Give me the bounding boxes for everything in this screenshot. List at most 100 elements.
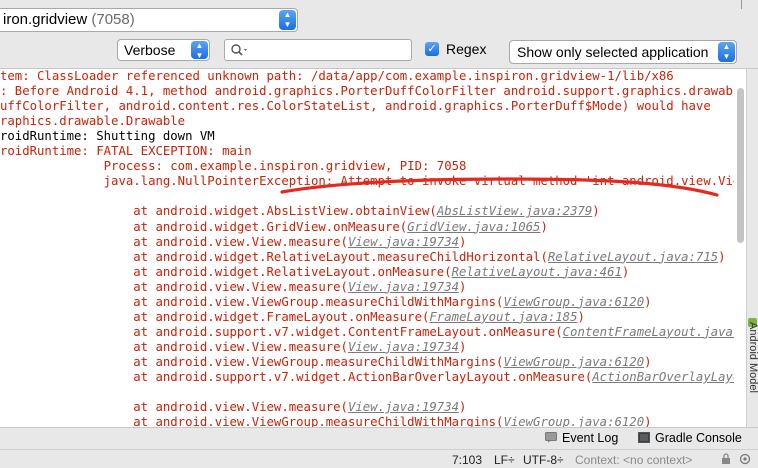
process-pid: (7058) bbox=[91, 11, 135, 28]
log-line-text: at android.view.ViewGroup.measureChildWi… bbox=[0, 354, 504, 369]
log-line-text: uffColorFilter, android.content.res.Colo… bbox=[0, 99, 711, 114]
source-link[interactable]: ActionBarOverlayLayout bbox=[592, 370, 734, 384]
side-panel-tab-android-model[interactable]: Android Model bbox=[745, 322, 758, 417]
log-line-text: at android.widget.AbsListView.obtainView… bbox=[0, 204, 437, 219]
log-line: roidRuntime: Shutting down VM bbox=[0, 129, 215, 144]
event-log-label: Event Log bbox=[562, 431, 619, 445]
log-line: at android.widget.GridView.onMeasure(Gri… bbox=[0, 220, 548, 235]
log-line: at android.widget.RelativeLayout.onMeasu… bbox=[0, 265, 629, 280]
status-bar: 7:103 LF÷ UTF-8÷ Context: <no context> bbox=[0, 449, 758, 468]
log-line-suffix: ) bbox=[592, 204, 600, 219]
log-line-text: at android.view.ViewGroup.measureChildWi… bbox=[0, 415, 504, 427]
log-line: tem: ClassLoader referenced unknown path… bbox=[0, 69, 674, 84]
log-line-suffix: ) bbox=[621, 264, 630, 279]
log-line: at android.widget.FrameLayout.onMeasure(… bbox=[0, 310, 585, 325]
event-log-tab[interactable]: Event Log bbox=[545, 431, 618, 445]
source-link[interactable]: View.java:19734 bbox=[348, 340, 459, 354]
log-line-text: at android.view.View.measure( bbox=[0, 279, 348, 294]
tool-window-bar: Event Log Gradle Console bbox=[0, 427, 758, 450]
log-level-value: Verbose bbox=[124, 42, 176, 58]
log-line: at android.view.View.measure(View.java:1… bbox=[0, 235, 466, 250]
log-line-suffix: ) bbox=[718, 249, 726, 264]
log-line-suffix: ) bbox=[459, 339, 467, 354]
chevron-updown-icon[interactable]: ▲ ▼ bbox=[718, 42, 735, 62]
line-separator[interactable]: LF÷ bbox=[494, 453, 515, 467]
search-input[interactable] bbox=[224, 39, 412, 61]
source-link[interactable]: View.java:19734 bbox=[348, 280, 459, 294]
gradle-console-icon bbox=[638, 432, 650, 443]
log-line: at android.widget.AbsListView.obtainView… bbox=[0, 204, 600, 219]
log-line-text: at android.widget.RelativeLayout.measure… bbox=[0, 249, 548, 264]
source-link[interactable]: RelativeLayout.java:715 bbox=[548, 250, 718, 264]
log-line-text: roidRuntime: Shutting down VM bbox=[0, 129, 215, 144]
log-line-text: at android.support.v7.widget.ContentFram… bbox=[0, 324, 563, 339]
log-line-suffix: ) bbox=[644, 294, 652, 309]
filter-select[interactable]: Show only selected application ▲ ▼ bbox=[509, 40, 737, 64]
log-line: at android.view.View.measure(View.java:1… bbox=[0, 340, 466, 355]
process-selector[interactable]: iron.gridview (7058) ▲ ▼ bbox=[0, 8, 298, 32]
source-link[interactable]: View.java:19734 bbox=[348, 235, 459, 249]
process-package: iron.gridview bbox=[3, 11, 88, 28]
log-line: at android.view.ViewGroup.measureChildWi… bbox=[0, 354, 652, 370]
log-line: Process: com.example.inspiron.gridview, … bbox=[0, 159, 467, 174]
log-line: at android.view.View.measure(View.java:1… bbox=[0, 280, 466, 295]
log-line-suffix: ) bbox=[644, 354, 652, 369]
source-link[interactable]: View.java:19734 bbox=[348, 400, 459, 414]
log-line-text: at android.support.v7.widget.ActionBarOv… bbox=[0, 370, 593, 384]
log-line-text: at android.view.View.measure( bbox=[0, 339, 348, 354]
log-line: uffColorFilter, android.content.res.Colo… bbox=[0, 99, 711, 114]
log-line: at android.support.v7.widget.ContentFram… bbox=[0, 325, 734, 340]
chevron-updown-icon[interactable]: ▲ ▼ bbox=[279, 10, 296, 30]
log-line: raphics.drawable.Drawable bbox=[0, 114, 185, 129]
source-link[interactable]: GridView.java:1065 bbox=[407, 220, 540, 234]
source-link[interactable]: ViewGroup.java:6120 bbox=[503, 355, 644, 369]
log-line: at android.view.ViewGroup.measureChildWi… bbox=[0, 415, 652, 427]
log-line-text: at android.widget.GridView.onMeasure( bbox=[0, 219, 408, 234]
search-icon[interactable] bbox=[230, 43, 250, 57]
regex-checkbox[interactable]: ✓ bbox=[425, 42, 439, 56]
lock-icon[interactable] bbox=[720, 453, 732, 465]
log-line-suffix: ) bbox=[459, 279, 467, 294]
log-line-text: at android.view.ViewGroup.measureChildWi… bbox=[0, 294, 504, 309]
log-line-text: Process: com.example.inspiron.gridview, … bbox=[0, 159, 467, 174]
source-link[interactable]: RelativeLayout.java:461 bbox=[452, 265, 622, 279]
source-link[interactable]: ContentFrameLayout.java:139 bbox=[563, 325, 734, 339]
logcat-output[interactable]: tem: ClassLoader referenced unknown path… bbox=[0, 69, 734, 427]
log-line-suffix: ) bbox=[577, 309, 585, 324]
log-line-text: at android.view.View.measure( bbox=[0, 400, 348, 415]
chevron-updown-icon[interactable]: ▲ ▼ bbox=[191, 41, 208, 60]
log-line: at android.view.ViewGroup.measureChildWi… bbox=[0, 294, 652, 310]
log-line-text: at android.view.View.measure( bbox=[0, 234, 348, 249]
inspector-icon[interactable] bbox=[738, 453, 752, 465]
log-line-suffix: ) bbox=[644, 415, 652, 427]
log-line-suffix: ) bbox=[459, 234, 467, 249]
log-line-suffix: ) bbox=[540, 219, 548, 234]
source-link[interactable]: ViewGroup.java:6120 bbox=[503, 295, 644, 309]
log-level-select[interactable]: Verbose ▲ ▼ bbox=[117, 39, 210, 61]
top-bar: iron.gridview (7058) ▲ ▼ bbox=[0, 0, 758, 38]
gradle-console-label: Gradle Console bbox=[655, 431, 742, 445]
divider bbox=[741, 0, 742, 9]
log-line-text: at android.widget.FrameLayout.onMeasure( bbox=[0, 309, 430, 324]
log-line-suffix: ) bbox=[459, 400, 467, 415]
logcat-toolbar: Verbose ▲ ▼ ✓ Regex Show only selected ap… bbox=[0, 38, 758, 69]
log-line: roidRuntime: FATAL EXCEPTION: main bbox=[0, 144, 252, 159]
caret-position[interactable]: 7:103 bbox=[452, 453, 482, 467]
log-line-text: at android.widget.RelativeLayout.onMeasu… bbox=[0, 264, 452, 279]
source-link[interactable]: ViewGroup.java:6120 bbox=[503, 415, 644, 427]
regex-label: Regex bbox=[446, 41, 487, 57]
log-line: at android.view.View.measure(View.java:1… bbox=[0, 400, 466, 415]
log-line: at android.support.v7.widget.ActionBarOv… bbox=[0, 370, 734, 385]
log-line-text: java.lang.NullPointerException: Attempt … bbox=[0, 174, 734, 189]
context-indicator: Context: <no context> bbox=[575, 453, 693, 467]
gradle-console-tab[interactable]: Gradle Console bbox=[638, 431, 742, 445]
file-encoding[interactable]: UTF-8÷ bbox=[523, 453, 564, 467]
log-line-text: tem: ClassLoader referenced unknown path… bbox=[0, 69, 674, 83]
filter-value: Show only selected application bbox=[517, 44, 709, 60]
source-link[interactable]: AbsListView.java:2379 bbox=[437, 204, 592, 218]
log-line-text: roidRuntime: FATAL EXCEPTION: main bbox=[0, 144, 252, 159]
log-line-text: : Before Android 4.1, method android.gra… bbox=[0, 84, 734, 99]
log-line: : Before Android 4.1, method android.gra… bbox=[0, 84, 734, 99]
log-scrollbar-thumb[interactable] bbox=[737, 88, 744, 243]
source-link[interactable]: FrameLayout.java:185 bbox=[429, 310, 577, 324]
